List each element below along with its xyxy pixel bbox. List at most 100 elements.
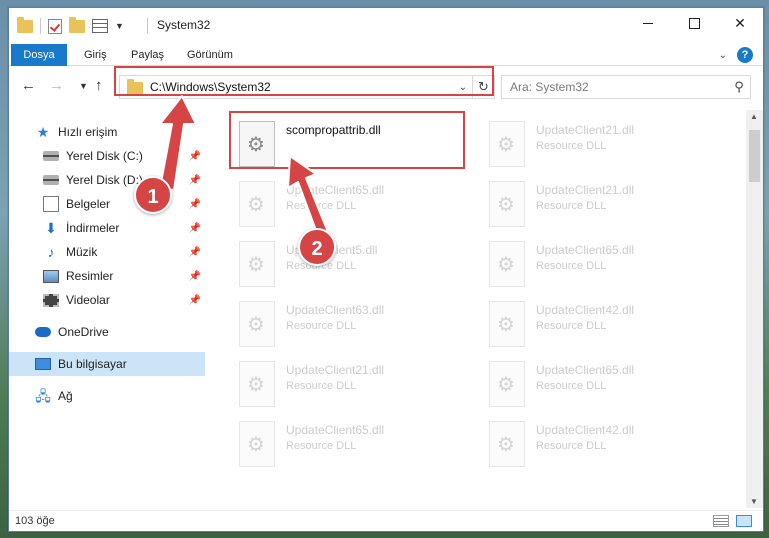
sidebar-item-pictures[interactable]: Resimler 📌	[9, 264, 205, 288]
file-item[interactable]: UpdateClient65.dll Resource DLL	[214, 178, 449, 233]
dll-file-icon	[239, 421, 275, 467]
expand-ribbon-icon[interactable]: ⌄	[719, 50, 727, 61]
sidebar-item-label: OneDrive	[58, 325, 109, 339]
tab-file[interactable]: Dosya	[11, 44, 67, 66]
sidebar-item-drive-d[interactable]: Yerel Disk (D:) 📌	[9, 168, 205, 192]
sidebar-item-label: Hızlı erişim	[58, 125, 118, 139]
tab-home[interactable]: Giriş	[84, 44, 107, 66]
sidebar-item-network[interactable]: 🖧 Ağ	[9, 384, 205, 408]
search-icon[interactable]: ⚲	[728, 79, 750, 95]
scroll-up-icon[interactable]: ▲	[750, 112, 758, 121]
file-name: UpdateClient21.dll	[286, 363, 385, 377]
help-icon[interactable]: ?	[737, 47, 753, 63]
title-divider	[147, 18, 148, 34]
scrollbar-thumb[interactable]	[749, 130, 760, 182]
window-title: System32	[157, 18, 211, 32]
title-bar: ▼ System32 ✕	[9, 8, 763, 42]
file-item[interactable]: UpdateClient21.dll Resource DLL	[464, 118, 699, 173]
pin-icon[interactable]: 📌	[189, 151, 201, 162]
file-type: Resource DLL	[536, 140, 607, 152]
tab-view[interactable]: Görünüm	[187, 44, 233, 66]
pin-icon[interactable]: 📌	[189, 271, 201, 282]
folder-icon[interactable]	[17, 16, 33, 33]
sidebar-item-videos[interactable]: Videolar 📌	[9, 288, 205, 312]
ribbon-tabs: Dosya Giriş Paylaş Görünüm ⌄ ?	[9, 44, 763, 66]
dll-file-icon	[239, 301, 275, 347]
pin-icon[interactable]: 📌	[189, 247, 201, 258]
sidebar-item-label: İndirmeler	[66, 221, 120, 235]
file-item[interactable]: UpdateClient65.dll Resource DLL	[214, 418, 449, 473]
search-input[interactable]: Ara: System32	[510, 80, 728, 94]
search-box[interactable]: Ara: System32 ⚲	[501, 75, 751, 99]
file-item[interactable]: UpdateClient63.dll Resource DLL	[214, 298, 449, 353]
tab-share[interactable]: Paylaş	[131, 44, 164, 66]
document-icon	[43, 196, 59, 212]
file-name: UpdateClient21.dll	[536, 123, 635, 137]
sidebar-item-drive-c[interactable]: Yerel Disk (C:) 📌	[9, 144, 205, 168]
dll-file-icon	[489, 181, 525, 227]
callout-badge-2: 2	[298, 228, 336, 266]
sidebar-item-quick-access[interactable]: ★ Hızlı erişim	[9, 120, 205, 144]
pin-icon[interactable]: 📌	[189, 223, 201, 234]
file-name: UpdateClient65.dll	[286, 423, 385, 437]
file-name: UpdateClient65.dll	[536, 363, 635, 377]
pin-icon[interactable]: 📌	[189, 295, 201, 306]
file-item[interactable]: UpdateClient42.dll Resource DLL	[464, 298, 699, 353]
computer-icon	[35, 358, 51, 370]
pictures-icon	[43, 269, 59, 283]
close-button[interactable]: ✕	[717, 8, 763, 38]
new-folder-icon[interactable]	[69, 16, 85, 33]
properties-icon[interactable]	[92, 19, 108, 33]
ribbon-right-controls: ⌄ ?	[719, 47, 753, 63]
up-arrow-icon[interactable]: ↑	[95, 77, 103, 94]
music-icon: ♪	[47, 244, 55, 260]
file-item[interactable]: UpdateClient65.dll Resource DLL	[464, 358, 699, 413]
file-type: Resource DLL	[536, 260, 607, 272]
maximize-button[interactable]	[671, 8, 717, 38]
window-controls: ✕	[625, 8, 763, 38]
large-icons-view-icon[interactable]	[736, 515, 752, 527]
customize-toolbar-dropdown-icon[interactable]: ▼	[115, 21, 124, 31]
sidebar-item-downloads[interactable]: ⬇ İndirmeler 📌	[9, 216, 205, 240]
minimize-button[interactable]	[625, 8, 671, 38]
navigation-pane: ★ Hızlı erişim Yerel Disk (C:) 📌 Yerel D…	[9, 110, 209, 508]
dll-file-icon	[489, 301, 525, 347]
file-type: Resource DLL	[536, 200, 607, 212]
scroll-down-icon[interactable]: ▼	[750, 497, 758, 506]
sidebar-item-label: Ağ	[58, 389, 73, 403]
pin-icon[interactable]: 📌	[189, 199, 201, 210]
network-icon: 🖧	[35, 388, 51, 404]
toolbar-divider	[40, 18, 41, 34]
dll-file-icon	[489, 121, 525, 167]
file-item[interactable]: UpdateClient21.dll Resource DLL	[464, 178, 699, 233]
drive-icon	[43, 175, 59, 185]
file-name: UpdateClient42.dll	[536, 423, 635, 437]
file-item[interactable]: UpdateClient21.dll Resource DLL	[214, 358, 449, 413]
sidebar-item-music[interactable]: ♪ Müzik 📌	[9, 240, 205, 264]
file-type: Resource DLL	[286, 440, 357, 452]
sidebar-item-label: Bu bilgisayar	[58, 357, 127, 371]
sidebar-item-this-pc[interactable]: Bu bilgisayar	[9, 352, 205, 376]
dll-file-icon	[489, 421, 525, 467]
video-icon	[43, 293, 59, 307]
vertical-scrollbar[interactable]: ▲ ▼	[746, 110, 763, 508]
drive-icon	[43, 151, 59, 161]
address-highlight-box	[114, 66, 494, 96]
file-item[interactable]: UpdateClient42.dll Resource DLL	[464, 418, 699, 473]
recent-locations-dropdown-icon[interactable]: ▼	[79, 81, 88, 91]
pin-icon[interactable]: 📌	[189, 175, 201, 186]
cloud-icon	[35, 327, 51, 337]
callout-badge-1: 1	[134, 176, 172, 214]
forward-arrow-icon[interactable]: →	[49, 77, 64, 94]
back-arrow-icon[interactable]: ←	[21, 77, 36, 94]
dll-file-icon	[489, 361, 525, 407]
properties-check-icon[interactable]	[48, 18, 62, 34]
sidebar-item-onedrive[interactable]: OneDrive	[9, 320, 205, 344]
sidebar-item-documents[interactable]: Belgeler 📌	[9, 192, 205, 216]
sidebar-item-label: Müzik	[66, 245, 98, 259]
file-name: UpdateClient42.dll	[536, 303, 635, 317]
dll-file-icon	[239, 181, 275, 227]
file-item[interactable]: UpdateClient65.dll Resource DLL	[464, 238, 699, 293]
details-view-icon[interactable]	[713, 515, 729, 527]
file-name: UpdateClient63.dll	[286, 303, 385, 317]
